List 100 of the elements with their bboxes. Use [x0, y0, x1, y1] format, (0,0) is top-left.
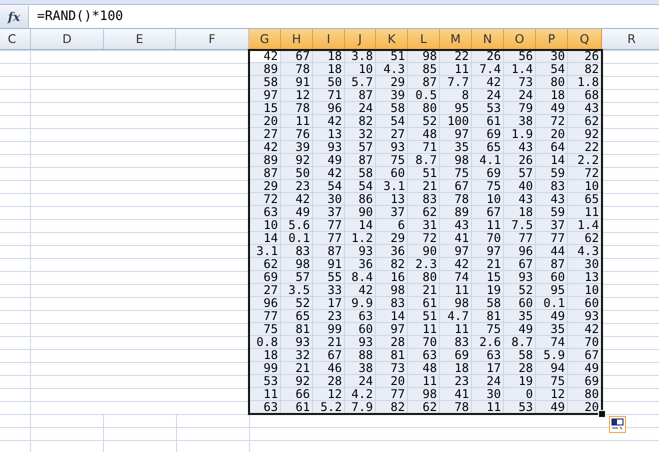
table-cell: 89	[440, 206, 472, 219]
table-cell: 54	[536, 63, 568, 76]
table-cell: 18	[313, 63, 345, 76]
table-cell: 38	[504, 115, 536, 128]
column-header[interactable]: I	[313, 29, 345, 49]
table-cell: 69	[568, 375, 602, 388]
table-cell: 98	[281, 258, 313, 271]
table-cell: 42	[249, 50, 281, 63]
table-cell: 67	[504, 258, 536, 271]
column-header[interactable]: H	[281, 29, 313, 49]
table-cell: 97	[440, 128, 472, 141]
formula-field[interactable]: =RAND()*100	[29, 6, 659, 28]
table-cell: 62	[568, 115, 602, 128]
table-cell: 96	[249, 297, 281, 310]
table-cell: 69	[472, 167, 504, 180]
table-cell: 23	[313, 310, 345, 323]
table-cell: 42	[568, 323, 602, 336]
table-cell: 7.9	[345, 401, 376, 414]
table-cell: 89	[249, 154, 281, 167]
table-cell: 3.1	[376, 180, 408, 193]
table-cell: 41	[440, 232, 472, 245]
column-header[interactable]: J	[345, 29, 376, 49]
table-cell: 15	[249, 102, 281, 115]
table-cell: 20	[376, 375, 408, 388]
table-cell: 52	[504, 284, 536, 297]
fill-handle[interactable]	[598, 410, 606, 418]
table-cell: 21	[408, 180, 440, 193]
column-header[interactable]: K	[376, 29, 408, 49]
table-cell: 55	[313, 271, 345, 284]
table-cell: 42	[472, 76, 504, 89]
table-cell: 20	[249, 115, 281, 128]
column-header[interactable]: P	[536, 29, 568, 49]
table-cell: 13	[313, 128, 345, 141]
table-cell: 82	[345, 115, 376, 128]
table-cell: 65	[472, 141, 504, 154]
column-header[interactable]: D	[31, 29, 104, 49]
column-header[interactable]: G	[249, 29, 281, 49]
table-cell: 87	[249, 167, 281, 180]
table-cell: 18	[249, 349, 281, 362]
table-cell: 9.9	[345, 297, 376, 310]
table-cell: 75	[472, 323, 504, 336]
table-cell: 10	[249, 219, 281, 232]
table-cell: 69	[440, 349, 472, 362]
table-cell: 11	[440, 63, 472, 76]
table-cell: 43	[568, 102, 602, 115]
table-cell: 49	[536, 102, 568, 115]
table-cell: 42	[345, 284, 376, 297]
table-cell: 98	[376, 284, 408, 297]
table-cell: 74	[440, 271, 472, 284]
table-cell: 22	[440, 50, 472, 63]
table-cell: 3.1	[249, 245, 281, 258]
table-cell: 11	[408, 375, 440, 388]
table-cell: 87	[345, 89, 376, 102]
table-cell: 17	[313, 297, 345, 310]
column-header[interactable]: C	[0, 29, 31, 49]
column-header[interactable]: R	[602, 29, 659, 49]
table-cell: 61	[408, 297, 440, 310]
table-cell: 77	[376, 388, 408, 401]
function-button[interactable]: fx	[0, 6, 29, 28]
table-cell: 39	[376, 89, 408, 102]
table-cell: 90	[408, 245, 440, 258]
table-cell: 5.9	[536, 349, 568, 362]
column-header[interactable]: Q	[568, 29, 602, 49]
table-cell: 57	[345, 141, 376, 154]
table-cell: 52	[281, 297, 313, 310]
table-cell: 77	[536, 232, 568, 245]
table-cell: 4.3	[568, 245, 602, 258]
table-cell: 58	[345, 167, 376, 180]
table-cell: 27	[249, 284, 281, 297]
table-cell: 78	[281, 102, 313, 115]
table-cell: 49	[536, 401, 568, 414]
column-header[interactable]: M	[440, 29, 472, 49]
table-cell: 90	[345, 206, 376, 219]
table-cell: 77	[313, 219, 345, 232]
table-cell: 60	[536, 271, 568, 284]
table-cell: 77	[249, 310, 281, 323]
table-cell: 35	[440, 141, 472, 154]
column-header[interactable]: L	[408, 29, 440, 49]
column-header[interactable]: N	[472, 29, 504, 49]
table-cell: 29	[249, 180, 281, 193]
table-cell: 11	[408, 323, 440, 336]
table-cell: 1.4	[568, 219, 602, 232]
table-cell: 75	[472, 180, 504, 193]
table-cell: 76	[281, 128, 313, 141]
table-cell: 18	[536, 89, 568, 102]
column-header[interactable]: E	[104, 29, 176, 49]
column-header[interactable]: O	[504, 29, 536, 49]
table-cell: 24	[504, 89, 536, 102]
table-cell: 21	[472, 258, 504, 271]
table-cell: 32	[281, 349, 313, 362]
table-cell: 15	[472, 271, 504, 284]
table-cell: 43	[536, 193, 568, 206]
table-cell: 58	[472, 297, 504, 310]
table-cell: 83	[408, 193, 440, 206]
table-cell: 81	[281, 323, 313, 336]
table-cell: 93	[313, 141, 345, 154]
paste-options-icon[interactable]	[609, 416, 626, 433]
table-cell: 36	[376, 245, 408, 258]
table-cell: 77	[504, 232, 536, 245]
table-cell: 59	[536, 167, 568, 180]
